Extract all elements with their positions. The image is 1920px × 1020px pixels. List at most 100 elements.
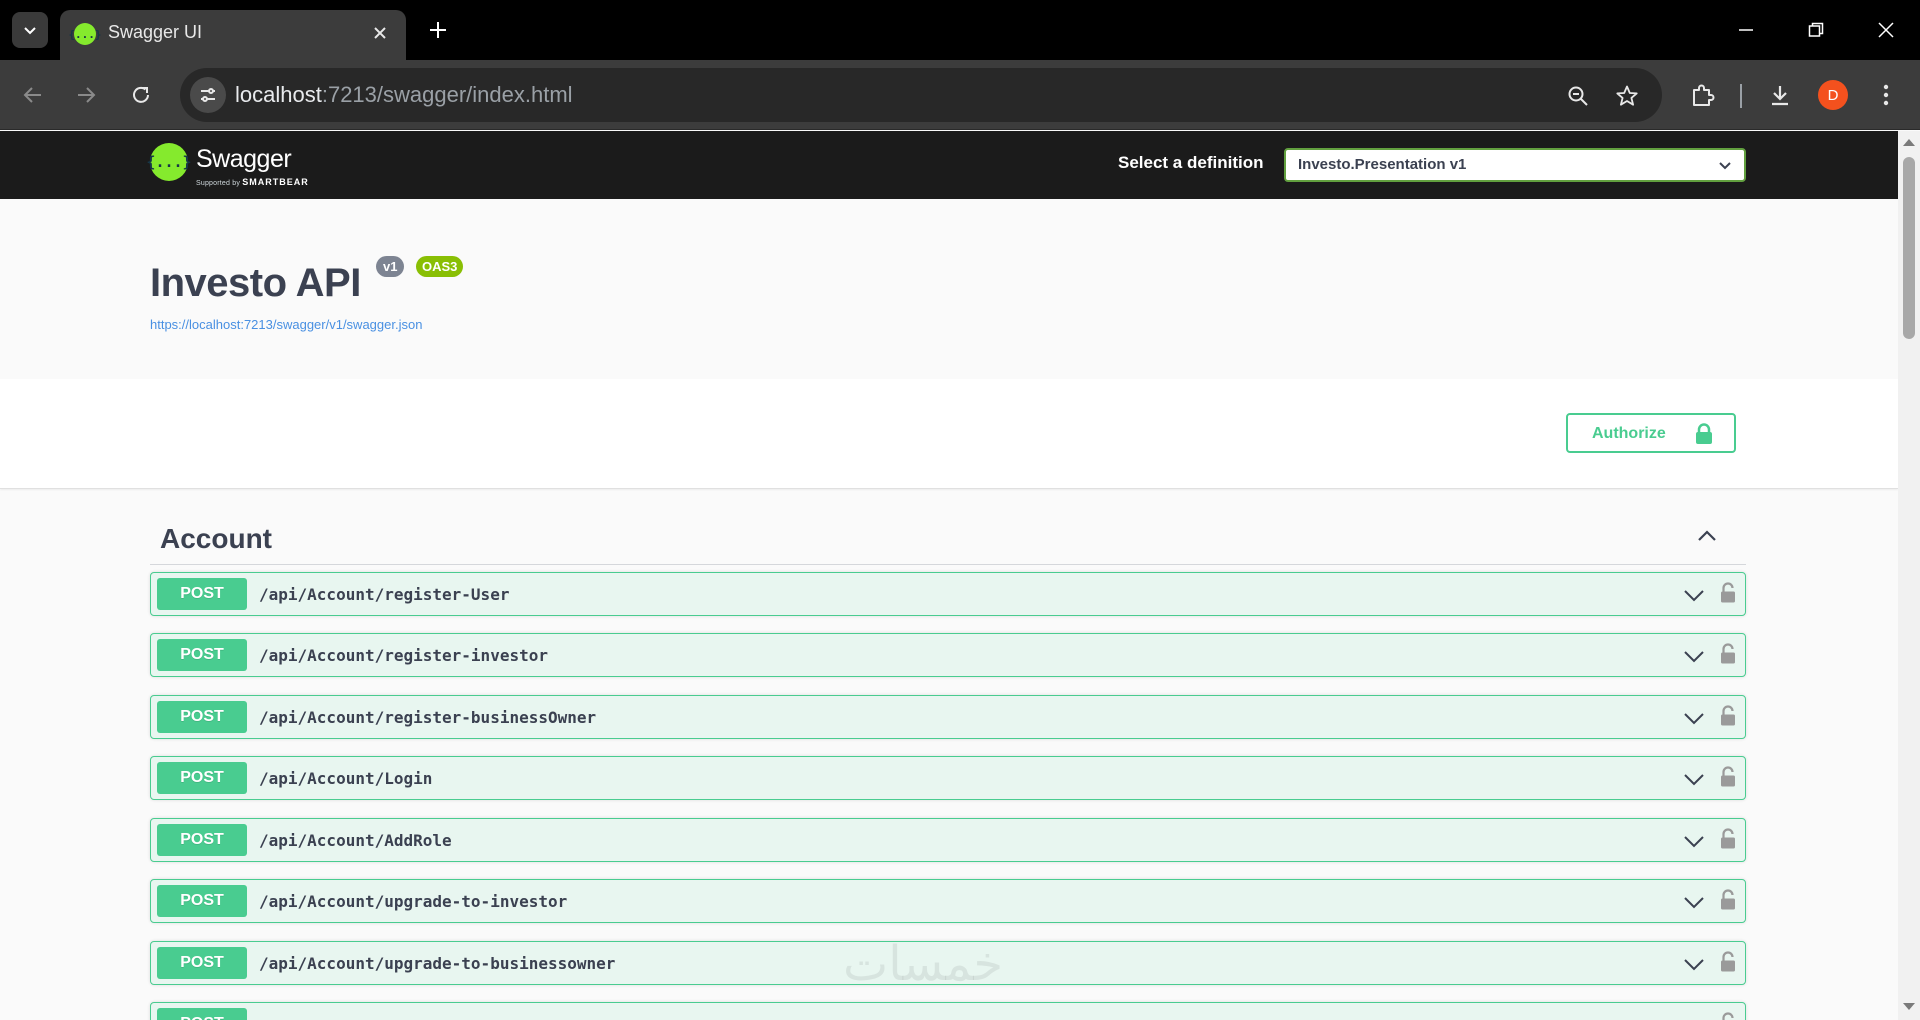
restore-icon <box>1808 22 1824 37</box>
browser-tab-bar: {...} Swagger UI <box>0 0 1920 60</box>
reload-icon <box>133 86 149 103</box>
definition-select[interactable]: Investo.Presentation v1 <box>1284 148 1746 182</box>
close-icon <box>1878 22 1894 38</box>
zoom-button[interactable] <box>1563 81 1593 111</box>
lock-icon[interactable] <box>1719 951 1737 973</box>
method-badge: POST <box>157 701 247 733</box>
puzzle-icon <box>1693 84 1715 106</box>
swagger-favicon-icon: {...} <box>68 23 102 45</box>
authorize-label: Authorize <box>1592 425 1666 442</box>
method-badge: POST <box>157 762 247 794</box>
brand-sub-prefix: Supported by <box>196 180 241 187</box>
forward-button[interactable] <box>66 75 106 115</box>
operation-row[interactable]: POST /api/Account/upgrade-to-investor <box>150 879 1746 923</box>
chevron-down-icon[interactable] <box>1683 646 1705 666</box>
watermark: خمسات <box>843 936 1004 992</box>
bookmark-button[interactable] <box>1612 81 1642 111</box>
scrollbar-thumb[interactable] <box>1903 157 1915 339</box>
definition-label: Select a definition <box>1118 153 1264 172</box>
lock-icon[interactable] <box>1719 828 1737 850</box>
chevron-down-icon <box>1719 162 1731 170</box>
swagger-logo-icon[interactable]: {...} <box>146 143 192 181</box>
scheme-container: Authorize <box>0 379 1898 489</box>
lock-icon <box>1696 423 1712 444</box>
chevron-down-icon[interactable] <box>1683 585 1705 605</box>
method-badge: POST <box>157 1008 247 1020</box>
lock-icon[interactable] <box>1719 643 1737 665</box>
method-badge: POST <box>157 578 247 610</box>
tune-icon <box>201 88 215 102</box>
api-title: Investo API <box>150 261 361 305</box>
operation-row[interactable]: POST /api/Account/register-businessOwner <box>150 695 1746 739</box>
plus-icon <box>430 22 446 38</box>
chevron-down-icon[interactable] <box>1683 708 1705 728</box>
page-viewport: {...} Swagger Supported by SMARTBEAR Sel… <box>0 131 1898 1020</box>
method-badge: POST <box>157 824 247 856</box>
chevron-down-icon <box>24 27 36 35</box>
minimize-icon <box>1739 29 1753 31</box>
minimize-button[interactable] <box>1724 10 1768 50</box>
site-info-button[interactable] <box>190 77 226 113</box>
tag-header-account[interactable]: Account <box>150 513 1746 565</box>
profile-avatar[interactable]: D <box>1818 80 1848 110</box>
method-badge: POST <box>157 947 247 979</box>
extensions-button[interactable] <box>1686 78 1720 112</box>
zoom-icon <box>1568 86 1588 106</box>
swagger-brand-sub: Supported by SMARTBEAR <box>196 177 309 187</box>
version-badge: v1 <box>376 256 405 277</box>
browser-tab[interactable]: {...} Swagger UI <box>60 10 406 60</box>
close-icon <box>374 27 386 39</box>
operation-path: /api/Account/upgrade-to-investor <box>259 892 568 911</box>
brand-sub-company: SMARTBEAR <box>242 177 309 187</box>
oas-badge: OAS3 <box>416 256 464 277</box>
lock-icon[interactable] <box>1719 1012 1737 1020</box>
url-text[interactable]: localhost:7213/swagger/index.html <box>235 82 573 108</box>
scroll-up-arrow[interactable] <box>1903 139 1915 146</box>
kebab-menu-icon <box>1883 84 1889 106</box>
operation-row[interactable]: POST <box>150 1002 1746 1020</box>
chevron-down-icon[interactable] <box>1683 892 1705 912</box>
tab-list-button[interactable] <box>12 12 48 48</box>
tab-close-button[interactable] <box>368 21 392 45</box>
close-window-button[interactable] <box>1864 10 1908 50</box>
operation-path: /api/Account/Login <box>259 769 433 788</box>
lock-icon[interactable] <box>1719 582 1737 604</box>
method-badge: POST <box>157 885 247 917</box>
arrow-right-icon <box>78 87 96 103</box>
swagger-topbar: {...} Swagger Supported by SMARTBEAR Sel… <box>0 131 1898 199</box>
operation-path: /api/Account/upgrade-to-businessowner <box>259 954 616 973</box>
restore-button[interactable] <box>1794 10 1838 50</box>
new-tab-button[interactable] <box>422 14 454 46</box>
browser-menu-button[interactable] <box>1869 78 1903 112</box>
chevron-down-icon[interactable] <box>1683 769 1705 789</box>
star-icon <box>1616 85 1638 106</box>
page-scrollbar[interactable] <box>1898 131 1920 1020</box>
operation-row[interactable]: POST /api/Account/Login <box>150 756 1746 800</box>
arrow-left-icon <box>23 87 41 103</box>
spec-url-link[interactable]: https://localhost:7213/swagger/v1/swagge… <box>150 317 422 332</box>
chevron-down-icon[interactable] <box>1683 954 1705 974</box>
lock-icon[interactable] <box>1719 766 1737 788</box>
swagger-brand[interactable]: Swagger <box>196 145 292 174</box>
chevron-down-icon[interactable] <box>1683 831 1705 851</box>
url-host: localhost <box>235 82 322 107</box>
address-bar[interactable]: localhost:7213/swagger/index.html <box>180 68 1662 122</box>
method-badge: POST <box>157 639 247 671</box>
operation-row[interactable]: POST /api/Account/register-investor <box>150 633 1746 677</box>
operation-path: /api/Account/register-businessOwner <box>259 708 597 727</box>
scroll-down-arrow[interactable] <box>1903 1003 1915 1010</box>
tag-title: Account <box>160 523 272 554</box>
lock-icon[interactable] <box>1719 889 1737 911</box>
authorize-button[interactable]: Authorize <box>1566 413 1736 453</box>
lock-icon[interactable] <box>1719 705 1737 727</box>
back-button[interactable] <box>13 75 53 115</box>
tab-title: Swagger UI <box>108 22 203 42</box>
download-icon <box>1772 86 1788 106</box>
downloads-button[interactable] <box>1763 78 1797 112</box>
operation-row[interactable]: POST /api/Account/AddRole <box>150 818 1746 862</box>
operation-path: /api/Account/AddRole <box>259 831 452 850</box>
operation-row[interactable]: POST /api/Account/register-User <box>150 572 1746 616</box>
chevron-up-icon[interactable] <box>1696 525 1718 547</box>
reload-button[interactable] <box>121 75 161 115</box>
operation-path: /api/Account/register-User <box>259 585 510 604</box>
